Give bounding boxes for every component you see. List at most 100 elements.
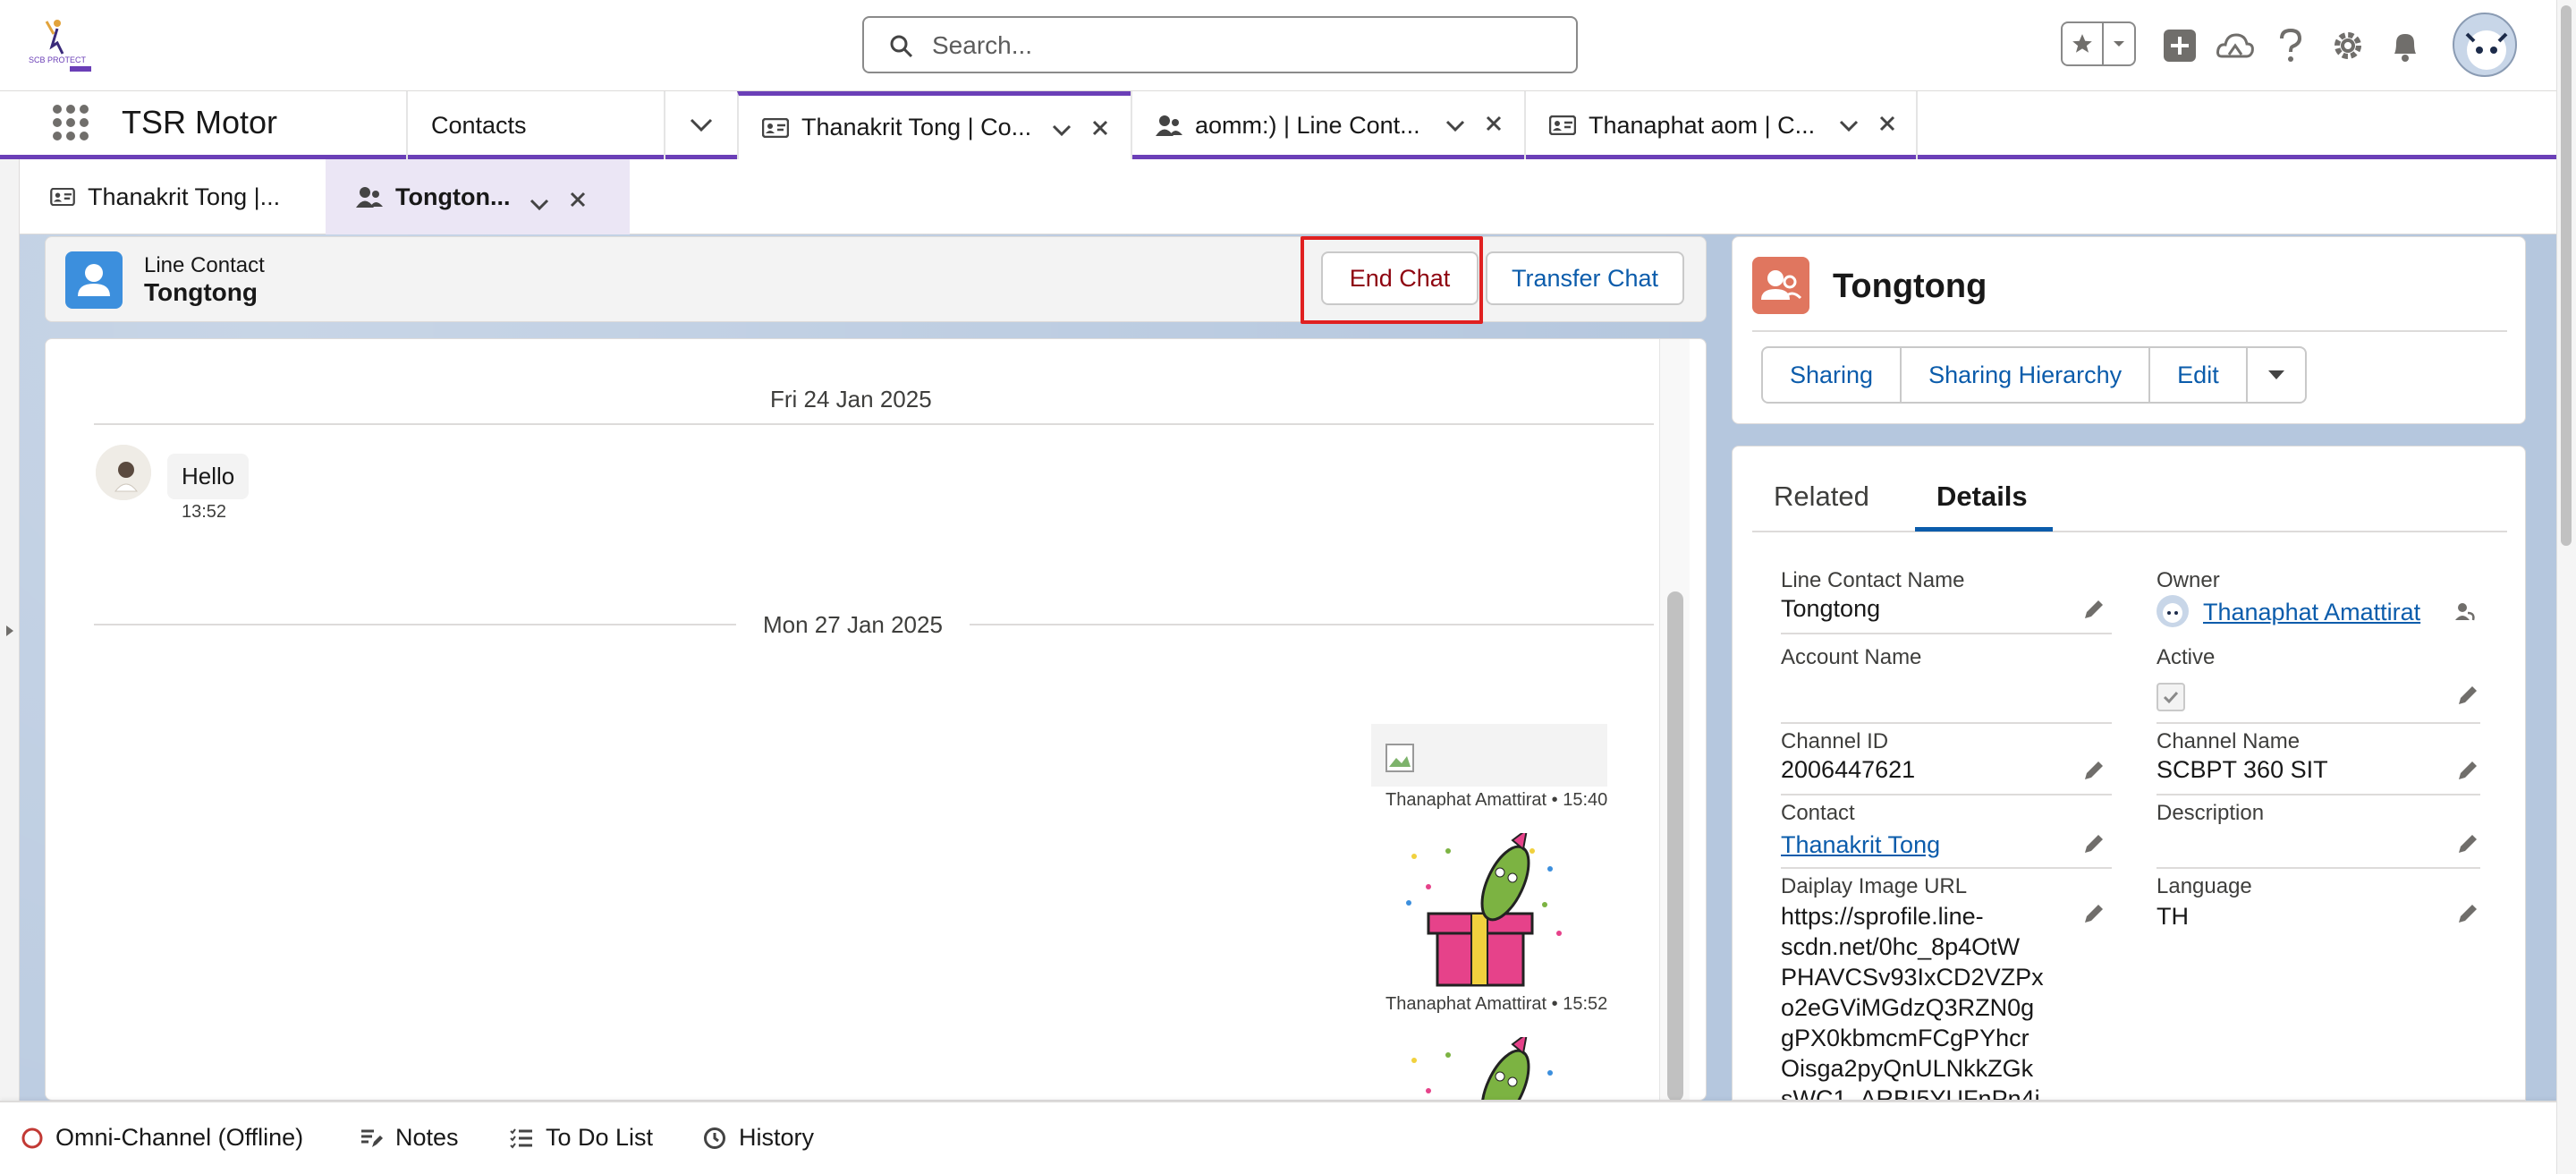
global-actions-button[interactable] (2157, 23, 2202, 68)
nav-menu-button[interactable] (664, 91, 737, 159)
pencil-icon[interactable] (2455, 901, 2480, 926)
field-owner: Owner Thanaphat Amattirat (2157, 568, 2479, 634)
close-tab-button[interactable] (1878, 111, 1896, 139)
sticker-message[interactable] (1393, 1037, 1572, 1100)
more-actions-button[interactable] (2245, 346, 2307, 404)
pencil-icon[interactable] (2081, 901, 2106, 926)
contact-card-icon (1549, 115, 1576, 135)
field-label: Contact (1781, 801, 1855, 825)
setup-button[interactable] (2326, 23, 2370, 68)
app-launcher-button[interactable] (52, 104, 89, 141)
sender-avatar (96, 445, 151, 500)
sticker-message[interactable] (1393, 827, 1572, 991)
tab-thanaphat-contact[interactable]: Thanaphat aom | C... (1524, 91, 1918, 159)
left-collapse-rail[interactable] (0, 159, 20, 1101)
add-icon (2162, 28, 2198, 64)
field-value: TH (2157, 903, 2189, 930)
tab-menu-chevron[interactable] (1839, 111, 1859, 139)
gear-icon (2331, 29, 2365, 63)
pencil-icon[interactable] (2455, 758, 2480, 783)
contact-icon (65, 251, 123, 309)
pencil-icon[interactable] (2455, 683, 2480, 708)
history-utility[interactable]: History (703, 1124, 814, 1152)
notes-utility[interactable]: Notes (360, 1124, 459, 1152)
close-tab-button[interactable] (1091, 115, 1109, 143)
tab-contacts[interactable]: Contacts (406, 91, 664, 159)
field-underline (1781, 633, 2112, 634)
pencil-icon[interactable] (2455, 831, 2480, 856)
field-label: Line Contact Name (1781, 568, 1965, 592)
line-contact-icon (1156, 114, 1182, 137)
notifications-button[interactable] (2383, 23, 2428, 68)
bell-icon (2389, 29, 2421, 63)
close-tab-button[interactable] (1485, 111, 1503, 139)
url-line: scdn.net/0hc_8p4OtW (1781, 933, 2021, 960)
window-scrollbar-thumb[interactable] (2561, 5, 2572, 546)
window-scrollbar[interactable] (2556, 0, 2576, 1174)
utility-label: To Do List (546, 1124, 654, 1151)
divider (1752, 330, 2507, 332)
todo-utility[interactable]: To Do List (510, 1124, 653, 1152)
pencil-icon[interactable] (2081, 758, 2106, 783)
favorites-button[interactable] (2063, 23, 2104, 64)
subtab-thanakrit[interactable]: Thanakrit Tong |... (20, 159, 326, 234)
tab-aomm-line-contact[interactable]: aomm:) | Line Cont... (1131, 91, 1524, 159)
field-language: Language TH (2157, 874, 2480, 942)
sharing-hierarchy-button[interactable]: Sharing Hierarchy (1900, 346, 2151, 404)
pencil-icon[interactable] (2081, 831, 2106, 856)
subtab-tongtong[interactable]: Tongton... (326, 159, 630, 234)
tab-related[interactable]: Related (1774, 481, 1869, 513)
field-active: Active (2157, 645, 2480, 726)
chat-scrollbar-thumb[interactable] (1667, 591, 1683, 1100)
help-button[interactable] (2268, 23, 2313, 68)
user-avatar[interactable] (2453, 13, 2517, 77)
owner-link[interactable]: Thanaphat Amattirat (2203, 599, 2420, 626)
pencil-icon[interactable] (2081, 597, 2106, 622)
subtab-label: Thanakrit Tong |... (88, 183, 281, 210)
chat-scrollbar[interactable] (1659, 339, 1690, 1100)
url-line: sWC1_ARBI5YUFnPn4i (1781, 1085, 2040, 1101)
field-line-contact-name: Line Contact Name Tongtong (1781, 568, 2112, 634)
app-launcher-icon (52, 104, 89, 141)
transfer-chat-button[interactable]: Transfer Chat (1486, 251, 1684, 305)
field-channel-id: Channel ID 2006447621 (1781, 729, 2112, 795)
incoming-message: Hello (167, 454, 250, 499)
line-contact-icon (356, 185, 383, 208)
utility-label: Notes (395, 1124, 459, 1151)
field-contact: Contact Thanakrit Tong (1781, 801, 2112, 869)
omni-channel-utility[interactable]: Omni-Channel (Offline) (21, 1124, 303, 1152)
trailhead-button[interactable] (2213, 23, 2258, 68)
chat-transcript[interactable]: Fri 24 Jan 2025 Hello 13:52 Mon 27 Jan 2… (45, 338, 1707, 1101)
omni-status-icon (21, 1127, 43, 1149)
annotation-highlight (1301, 236, 1483, 324)
app-nav-bar: TSR Motor Contacts Thanakrit Tong | Co..… (0, 91, 2556, 159)
edit-button[interactable]: Edit (2148, 346, 2248, 404)
chat-contact-name: Tongtong (144, 278, 258, 306)
sharing-button[interactable]: Sharing (1761, 346, 1902, 404)
search-input[interactable] (932, 30, 1540, 61)
notes-icon (360, 1127, 383, 1149)
field-value: 2006447621 (1781, 756, 1916, 783)
field-label: Description (2157, 801, 2265, 825)
chevron-down-icon (2112, 37, 2126, 51)
change-owner-icon[interactable] (2453, 600, 2479, 625)
line-contact-record-icon (1752, 257, 1809, 314)
contact-link[interactable]: Thanakrit Tong (1781, 831, 1940, 859)
tab-thanakrit-contact[interactable]: Thanakrit Tong | Co... (737, 91, 1131, 159)
expand-arrow-icon (5, 625, 14, 637)
field-underline (1781, 794, 2112, 795)
scb-protect-logo[interactable]: SCB PROTECT (27, 16, 102, 75)
tab-details[interactable]: Details (1936, 481, 2028, 513)
active-checkbox[interactable] (2157, 683, 2185, 711)
tab-menu-chevron[interactable] (1052, 115, 1072, 143)
favorites-menu-button[interactable] (2104, 23, 2134, 64)
tab-menu-chevron[interactable] (1445, 111, 1465, 139)
outgoing-image-message[interactable] (1371, 724, 1607, 787)
tab-label: Contacts (431, 111, 527, 139)
history-icon (703, 1127, 726, 1150)
field-underline (2157, 794, 2480, 795)
global-search[interactable] (862, 16, 1578, 73)
close-subtab-button[interactable] (569, 187, 587, 215)
subtab-menu-chevron[interactable] (530, 190, 549, 217)
date-label: Fri 24 Jan 2025 (743, 386, 959, 413)
